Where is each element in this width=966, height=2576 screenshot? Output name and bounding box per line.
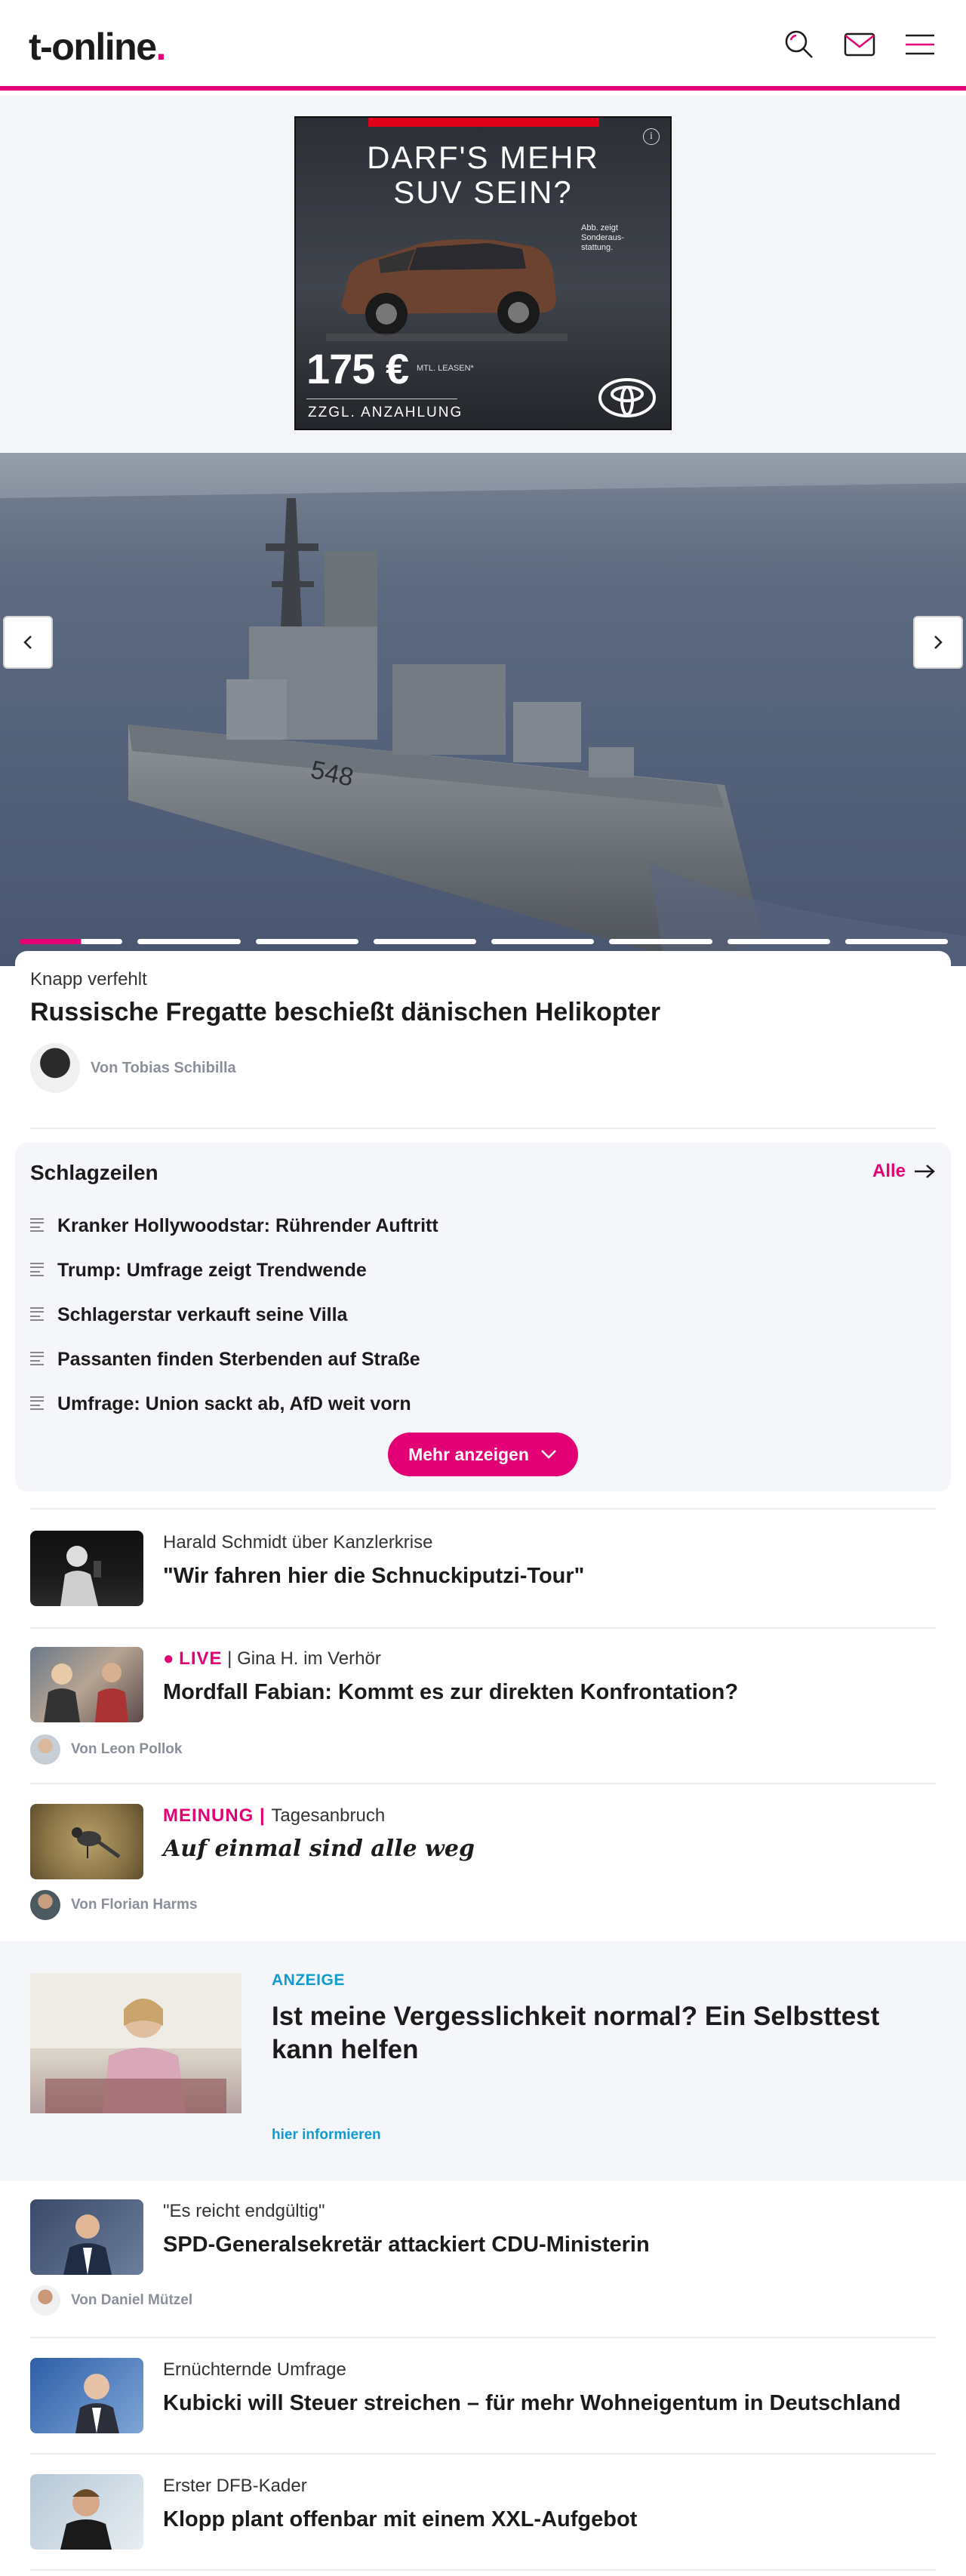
teaser-kicker: MEINUNG | Tagesanbruch <box>163 1805 386 1826</box>
lead-article[interactable]: Knapp verfehlt Russische Fregatte beschi… <box>15 951 951 1114</box>
ad-zzgl: ZZGL. ANZAHLUNG <box>308 405 463 420</box>
avatar <box>30 1043 80 1093</box>
teaser-kicker: Ernüchternde Umfrage <box>163 2359 346 2380</box>
article-icon <box>30 1352 44 1365</box>
slider-prev-button[interactable] <box>3 616 53 669</box>
toyota-logo-icon <box>598 378 656 417</box>
schlagzeilen-box: Schlagzeilen Alle Kranker Hollywoodstar:… <box>15 1143 951 1491</box>
site-header: t-online. <box>0 0 966 91</box>
teaser-article[interactable]: Harald Schmidt über Kanzlerkrise "Wir fa… <box>30 1531 936 1614</box>
article-icon <box>30 1396 44 1410</box>
divider <box>30 1783 936 1784</box>
ad-headline: DARF'S MEHR SUV SEIN? <box>367 140 599 210</box>
lead-kicker: Knapp verfehlt <box>30 969 147 989</box>
ad-price-sub: MTL. LEASEN* <box>417 364 474 373</box>
teaser-article[interactable]: ● LIVE | Gina H. im Verhör Mordfall Fabi… <box>30 1647 936 1765</box>
article-icon <box>30 1307 44 1321</box>
slider-dots <box>20 939 948 945</box>
schlagzeilen-title: Schlagzeilen <box>30 1161 158 1184</box>
lead-author: Von Tobias Schibilla <box>30 1043 236 1093</box>
chevron-right-icon <box>934 636 943 649</box>
teaser-thumbnail <box>30 2358 143 2433</box>
show-more-button[interactable]: Mehr anzeigen <box>388 1433 578 1476</box>
teaser-article[interactable]: "Es reicht endgültig" SPD-Generalsekretä… <box>30 2199 936 2320</box>
teaser-author: Von Florian Harms <box>30 1890 198 1920</box>
list-item[interactable]: Schlagerstar verkauft seine Villa <box>30 1304 936 1349</box>
list-item[interactable]: Trump: Umfrage zeigt Trendwende <box>30 1260 936 1304</box>
teaser-kicker: Erster DFB-Kader <box>163 2476 307 2496</box>
teaser-thumbnail <box>30 1531 143 1606</box>
divider <box>30 2569 936 2571</box>
article-icon <box>30 1218 44 1232</box>
sponsored-teaser[interactable]: ANZEIGE Ist meine Vergesslichkeit normal… <box>0 1941 966 2181</box>
chevron-down-icon <box>540 1450 556 1459</box>
chevron-left-icon <box>23 636 32 649</box>
teaser-article[interactable]: Erster DFB-Kader Klopp plant offenbar mi… <box>30 2474 936 2557</box>
mail-icon[interactable] <box>842 27 877 62</box>
sponsored-link[interactable]: hier informieren <box>272 2127 381 2144</box>
list-item[interactable]: Kranker Hollywoodstar: Rührender Auftrit… <box>30 1215 936 1260</box>
teaser-title[interactable]: Auf einmal sind alle weg <box>163 1836 933 1863</box>
article-icon <box>30 1263 44 1276</box>
menu-icon[interactable] <box>903 27 937 62</box>
divider <box>30 2453 936 2454</box>
teaser-author: Von Leon Pollok <box>30 1734 182 1765</box>
list-item[interactable]: Passanten finden Sterbenden auf Straße <box>30 1349 936 1393</box>
divider <box>30 1128 936 1129</box>
schlagzeilen-all-link[interactable]: Alle <box>872 1161 936 1182</box>
hero-slider[interactable]: 548 <box>0 453 966 966</box>
avatar <box>30 1734 60 1765</box>
teaser-author: Von Daniel Mützel <box>30 2285 192 2316</box>
sponsored-label: ANZEIGE <box>272 1971 345 1989</box>
live-dot-icon: ● <box>163 1648 180 1669</box>
avatar <box>30 1890 60 1920</box>
teaser-thumbnail <box>30 1647 143 1722</box>
schlagzeilen-list: Kranker Hollywoodstar: Rührender Auftrit… <box>30 1215 936 1438</box>
search-icon[interactable] <box>782 27 817 62</box>
teaser-title[interactable]: Kubicki will Steuer streichen – für mehr… <box>163 2390 933 2417</box>
teaser-article[interactable]: MEINUNG | Tagesanbruch Auf einmal sind a… <box>30 1804 936 1925</box>
ad-price: 175 € <box>306 345 409 392</box>
arrow-right-icon <box>915 1165 935 1178</box>
slider-dot[interactable] <box>844 939 948 944</box>
slider-dot[interactable] <box>609 939 712 944</box>
teaser-thumbnail <box>30 2199 143 2275</box>
site-logo[interactable]: t-online. <box>29 25 166 69</box>
divider <box>30 2337 936 2338</box>
slider-dot[interactable] <box>137 939 241 944</box>
teaser-kicker: "Es reicht endgültig" <box>163 2201 325 2221</box>
sponsored-title[interactable]: Ist meine Vergesslichkeit normal? Ein Se… <box>272 2000 921 2067</box>
ad-note: Abb. zeigt Sonderaus-stattung. <box>581 223 624 252</box>
divider <box>30 1508 936 1510</box>
ad-banner[interactable]: i DARF'S MEHR SUV SEIN? Abb. zeigt Sonde… <box>294 116 672 430</box>
slider-dot[interactable] <box>373 939 476 944</box>
teaser-kicker: Harald Schmidt über Kanzlerkrise <box>163 1532 433 1553</box>
teaser-article[interactable]: Ernüchternde Umfrage Kubicki will Steuer… <box>30 2358 936 2441</box>
sponsored-image <box>30 1973 242 2113</box>
slider-next-button[interactable] <box>913 616 963 669</box>
slider-dot[interactable] <box>727 939 830 944</box>
list-item[interactable]: Umfrage: Union sackt ab, AfD weit vorn <box>30 1393 936 1438</box>
slider-dot[interactable] <box>20 939 123 944</box>
car-image <box>326 239 568 341</box>
teaser-thumbnail <box>30 1804 143 1879</box>
teaser-title[interactable]: Klopp plant offenbar mit einem XXL-Aufge… <box>163 2506 933 2533</box>
ad-red-bar <box>368 118 599 127</box>
ad-area: i DARF'S MEHR SUV SEIN? Abb. zeigt Sonde… <box>0 95 966 453</box>
teaser-title[interactable]: "Wir fahren hier die Schnuckiputzi-Tour" <box>163 1562 933 1590</box>
divider <box>30 1627 936 1629</box>
teaser-title[interactable]: Mordfall Fabian: Kommt es zur direkten K… <box>163 1679 933 1706</box>
avatar <box>30 2285 60 2316</box>
hero-image: 548 <box>0 453 966 966</box>
slider-dot[interactable] <box>255 939 358 944</box>
teaser-kicker: ● LIVE | Gina H. im Verhör <box>163 1648 381 1669</box>
teaser-title[interactable]: SPD-Generalsekretär attackiert CDU-Minis… <box>163 2231 933 2258</box>
slider-dot[interactable] <box>491 939 595 944</box>
teaser-thumbnail <box>30 2474 143 2550</box>
lead-title[interactable]: Russische Fregatte beschießt dänischen H… <box>30 998 660 1027</box>
